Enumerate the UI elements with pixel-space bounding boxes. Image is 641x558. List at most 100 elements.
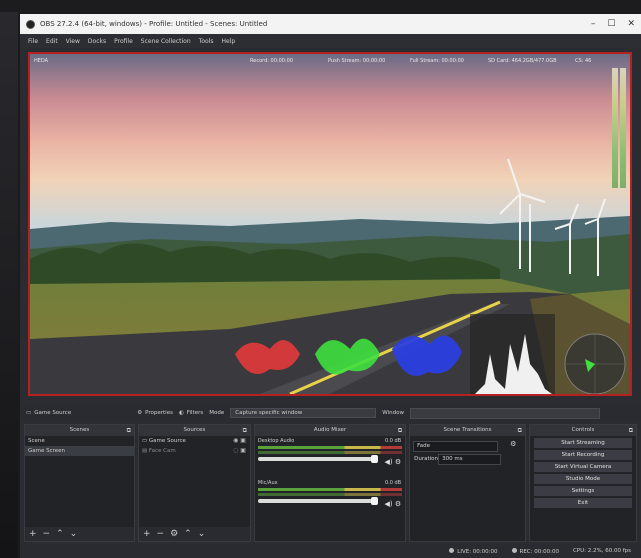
dock-area: Scenes ⧉ Scene Game Screen + − ⌃ ⌄ Source… (24, 424, 637, 542)
monitor-icon: ▭ (26, 410, 32, 416)
move-up-icon[interactable]: ⌃ (184, 529, 192, 539)
gear-icon[interactable]: ⚙ (395, 458, 401, 466)
duration-input[interactable]: 300 ms (438, 454, 502, 465)
move-down-icon[interactable]: ⌄ (198, 529, 206, 539)
maximize-button[interactable]: ☐ (607, 19, 615, 29)
start-streaming-button[interactable]: Start Streaming (533, 438, 632, 448)
overlay-sd-card: SD Card: 464.2GB/477.0GB (488, 58, 557, 64)
start-virtual-camera-button[interactable]: Start Virtual Camera (533, 462, 632, 472)
studio-mode-button[interactable]: Studio Mode (533, 474, 632, 484)
status-bar: LIVE: 00:00:00 REC: 00:00:00 CPU: 2.2%, … (20, 544, 641, 558)
transition-type-dropdown[interactable]: Fade (413, 441, 499, 452)
obs-window: OBS 27.2.4 (64-bit, windows) - Profile: … (20, 14, 641, 558)
close-button[interactable]: ✕ (627, 19, 635, 29)
exit-button[interactable]: Exit (533, 498, 632, 508)
channel-name: Desktop Audio (257, 438, 295, 444)
scenes-title: Scenes (69, 427, 90, 433)
eye-icon[interactable]: ◌ (233, 447, 238, 454)
channel-db: 0.0 dB (384, 438, 402, 444)
scenes-footer: + − ⌃ ⌄ (25, 527, 134, 541)
settings-button[interactable]: Settings (533, 486, 632, 496)
dock-undock-icon[interactable]: ⧉ (629, 425, 633, 436)
start-recording-button[interactable]: Start Recording (533, 450, 632, 460)
scene-transitions-dock: Scene Transitions ⧉ Fade ⚙ Duration 300 m… (409, 424, 526, 542)
overlay-record: Record: 00:00:00 (250, 58, 294, 64)
gear-icon[interactable]: ⚙ (170, 529, 178, 539)
volume-slider[interactable] (257, 497, 379, 505)
speaker-icon[interactable]: ◀) (384, 500, 392, 508)
vectorscope (564, 333, 626, 394)
scene-item[interactable]: Scene (25, 436, 134, 446)
eye-icon[interactable]: ◉ (233, 437, 238, 444)
overlay-full-stream: Full Stream: 00:00:00 (410, 58, 464, 64)
volume-meter (257, 488, 403, 491)
move-down-icon[interactable]: ⌄ (70, 529, 78, 539)
mixer-channel: Mic/Aux 0.0 dB ◀) ⚙ (255, 478, 405, 520)
desktop-top (0, 0, 641, 12)
camera-icon: ▤ (141, 448, 149, 454)
add-icon[interactable]: + (143, 529, 151, 539)
dock-undock-icon[interactable]: ⧉ (127, 425, 131, 436)
channel-db: 0.0 dB (384, 480, 402, 486)
transitions-title: Scene Transitions (443, 427, 492, 433)
lock-icon[interactable]: ▣ (240, 437, 246, 444)
menu-view[interactable]: View (66, 38, 80, 45)
volume-meter (257, 451, 403, 454)
monitor-icon: ▭ (141, 438, 149, 444)
menu-profile[interactable]: Profile (114, 38, 133, 45)
sources-title: Sources (183, 427, 206, 433)
preview-scene-image (30, 54, 630, 394)
mode-dropdown[interactable]: Capture specific window (230, 408, 377, 418)
gear-icon[interactable]: ⚙ (395, 500, 401, 508)
audio-mixer-dock: Audio Mixer ⧉ Desktop Audio 0.0 dB ◀) ⚙ Mi… (253, 424, 407, 542)
volume-meter (257, 493, 403, 496)
live-status: LIVE: 00:00:00 (449, 547, 498, 555)
speaker-icon[interactable]: ◀) (384, 458, 392, 466)
remove-icon[interactable]: − (43, 529, 51, 539)
scene-item[interactable]: Game Screen (25, 446, 134, 456)
menu-edit[interactable]: Edit (46, 38, 58, 45)
channel-name: Mic/Aux (257, 480, 278, 486)
remove-icon[interactable]: − (157, 529, 165, 539)
volume-slider[interactable] (257, 455, 379, 463)
volume-meter (257, 446, 403, 449)
source-item[interactable]: ▭ Game Source ◉ ▣ (139, 436, 250, 446)
obs-logo-icon (26, 19, 35, 29)
preview-label: HEDA (34, 58, 49, 64)
overlay-push-stream: Push Stream: 00:00:00 (328, 58, 386, 64)
sources-dock: Sources ⧉ ▭ Game Source ◉ ▣ ▤ Face Cam ◌ … (137, 424, 251, 542)
filter-icon: ◐ (178, 410, 184, 416)
properties-button[interactable]: ⚙ Properties (137, 410, 173, 416)
controls-dock: Controls ⧉ Start Streaming Start Recordin… (528, 424, 637, 542)
filters-button[interactable]: ◐ Filters (179, 410, 203, 416)
source-item[interactable]: ▤ Face Cam ◌ ▣ (139, 446, 250, 456)
menu-tools[interactable]: Tools (199, 38, 214, 45)
title-bar: OBS 27.2.4 (64-bit, windows) - Profile: … (20, 14, 641, 34)
dock-undock-icon[interactable]: ⧉ (398, 425, 402, 436)
gear-icon[interactable]: ⚙ (510, 440, 516, 448)
menu-help[interactable]: Help (221, 38, 235, 45)
gear-icon: ⚙ (137, 410, 143, 416)
minimize-button[interactable]: – (591, 19, 596, 29)
window-dropdown[interactable] (409, 407, 600, 419)
preview-canvas[interactable]: HEDA Record: 00:00:00 Push Stream: 00:00… (28, 52, 632, 396)
mixer-channel: Desktop Audio 0.0 dB ◀) ⚙ (255, 436, 405, 478)
dock-undock-icon[interactable]: ⧉ (518, 425, 522, 436)
source-toolbar: ▭ Game Source ⚙ Properties ◐ Filters Mod… (20, 406, 641, 420)
move-up-icon[interactable]: ⌃ (56, 529, 64, 539)
selected-source: ▭ Game Source (26, 410, 72, 416)
add-icon[interactable]: + (29, 529, 37, 539)
mixer-title: Audio Mixer (313, 427, 347, 433)
duration-label: Duration (414, 456, 438, 462)
lock-icon[interactable]: ▣ (240, 447, 246, 454)
live-indicator-icon (449, 547, 455, 553)
menu-scene-collection[interactable]: Scene Collection (141, 38, 191, 45)
rec-indicator-icon (511, 547, 517, 553)
histogram-scope (470, 314, 555, 394)
window-title: OBS 27.2.4 (64-bit, windows) - Profile: … (40, 20, 268, 28)
menu-file[interactable]: File (28, 38, 38, 45)
dock-undock-icon[interactable]: ⧉ (243, 425, 247, 436)
rec-status: REC: 00:00:00 (511, 547, 559, 555)
controls-title: Controls (571, 427, 595, 433)
menu-docks[interactable]: Docks (88, 38, 106, 45)
